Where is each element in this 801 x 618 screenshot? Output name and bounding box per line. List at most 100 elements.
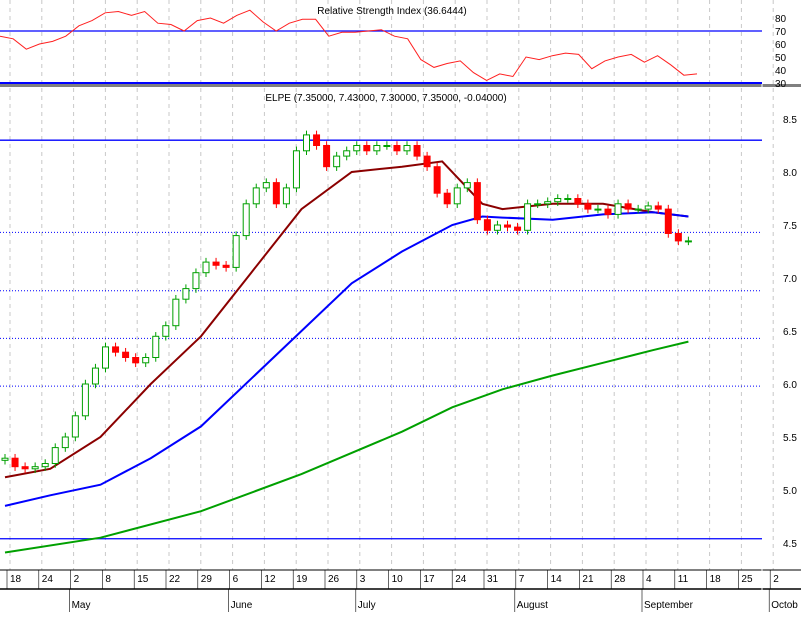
day-label: 28: [614, 574, 626, 585]
candle-down: [433, 166, 441, 194]
rsi-tick-label: 80: [775, 14, 787, 25]
candle-up: [383, 145, 391, 147]
price-tick-label: 5.0: [783, 486, 797, 497]
candle-down: [604, 208, 612, 215]
candle-down: [363, 145, 371, 152]
candle-up: [493, 224, 501, 231]
candle-down: [132, 357, 140, 364]
day-label: 2: [74, 574, 80, 585]
candle-down: [21, 466, 29, 470]
candle-up: [644, 205, 652, 210]
candle-up: [343, 150, 351, 157]
day-label: 29: [201, 574, 213, 585]
candle-down: [504, 224, 511, 228]
candle-up: [594, 208, 602, 211]
panel-divider: [0, 84, 801, 87]
candle-up: [262, 182, 270, 189]
candle-up: [292, 150, 300, 189]
candle-up: [684, 240, 692, 243]
candle-up: [564, 198, 572, 200]
rsi-tick-label: 70: [775, 27, 787, 38]
candle-up: [91, 367, 99, 385]
price-tick-label: 4.5: [783, 539, 797, 550]
candle-up: [373, 145, 381, 152]
candle-down: [313, 134, 321, 146]
candle-up: [182, 288, 190, 300]
moving-average-line: [4, 340, 689, 554]
candle-down: [483, 219, 491, 231]
candle-up: [524, 203, 532, 231]
day-label: 10: [392, 574, 404, 585]
rsi-title: Relative Strength Index (36.6444): [317, 6, 467, 17]
candle-up: [172, 298, 180, 327]
stock-chart: Relative Strength Index (36.6444) 80 70 60 5…: [0, 0, 801, 618]
candle-up: [534, 203, 542, 206]
candle-down: [222, 264, 230, 268]
candle-down: [574, 198, 582, 205]
candle-up: [31, 466, 39, 470]
day-label: 4: [646, 574, 652, 585]
day-label: 7: [519, 574, 525, 585]
price-tick-label: 7.5: [783, 221, 797, 232]
candle-up: [614, 203, 622, 215]
candle-up: [232, 235, 240, 268]
day-label: 31: [487, 574, 499, 585]
candle-down: [272, 182, 280, 205]
month-label: September: [644, 600, 694, 611]
rsi-tick-label: 50: [775, 53, 787, 64]
candle-down: [664, 208, 672, 234]
day-label: 17: [423, 574, 435, 585]
month-label: Octob: [771, 600, 798, 611]
day-label: 2: [773, 574, 779, 585]
candle-up: [634, 208, 642, 211]
candle-up: [51, 447, 59, 465]
day-label: 19: [296, 574, 308, 585]
day-label: 8: [105, 574, 111, 585]
candle-up: [242, 203, 250, 237]
candle-up: [303, 134, 310, 152]
candle-up: [41, 463, 49, 468]
price-title: ELPE (7.35000, 7.43000, 7.30000, 7.35000…: [265, 93, 506, 104]
day-label: 24: [455, 574, 467, 585]
candle-down: [674, 232, 682, 242]
day-label: 26: [328, 574, 340, 585]
day-label: 21: [582, 574, 594, 585]
candle-down: [514, 226, 522, 231]
candle-down: [393, 145, 401, 152]
day-label: 12: [264, 574, 276, 585]
candle-up: [554, 198, 562, 203]
month-label: August: [517, 600, 548, 611]
candle-up: [102, 346, 109, 369]
day-label: 22: [169, 574, 181, 585]
candle-down: [11, 457, 19, 468]
candle-down: [122, 351, 130, 359]
day-label: 18: [710, 574, 722, 585]
candle-down: [584, 203, 592, 210]
candle-down: [423, 155, 431, 168]
candle-up: [61, 436, 69, 449]
day-label: 6: [233, 574, 239, 585]
candle-up: [202, 261, 210, 274]
candle-up: [192, 272, 200, 290]
candle-up: [282, 187, 290, 205]
candle-up: [71, 415, 79, 438]
candle-up: [403, 145, 411, 152]
candle-up: [142, 357, 150, 364]
candle-up: [353, 145, 361, 152]
day-label: 15: [137, 574, 149, 585]
candle-up: [162, 325, 170, 337]
price-tick-label: 8.0: [783, 168, 797, 179]
price-tick-label: 6.5: [783, 327, 797, 338]
candle-down: [473, 182, 481, 221]
candle-up: [463, 182, 471, 189]
candle-up: [544, 201, 552, 205]
candle-down: [624, 203, 632, 210]
candle-down: [654, 205, 662, 210]
rsi-line: [0, 9, 698, 81]
rsi-tick-label: 40: [775, 66, 787, 77]
candle-down: [443, 192, 451, 205]
candle-up: [1, 457, 9, 461]
candle-down: [212, 261, 220, 266]
candle-up: [453, 187, 461, 205]
day-label: 18: [10, 574, 22, 585]
